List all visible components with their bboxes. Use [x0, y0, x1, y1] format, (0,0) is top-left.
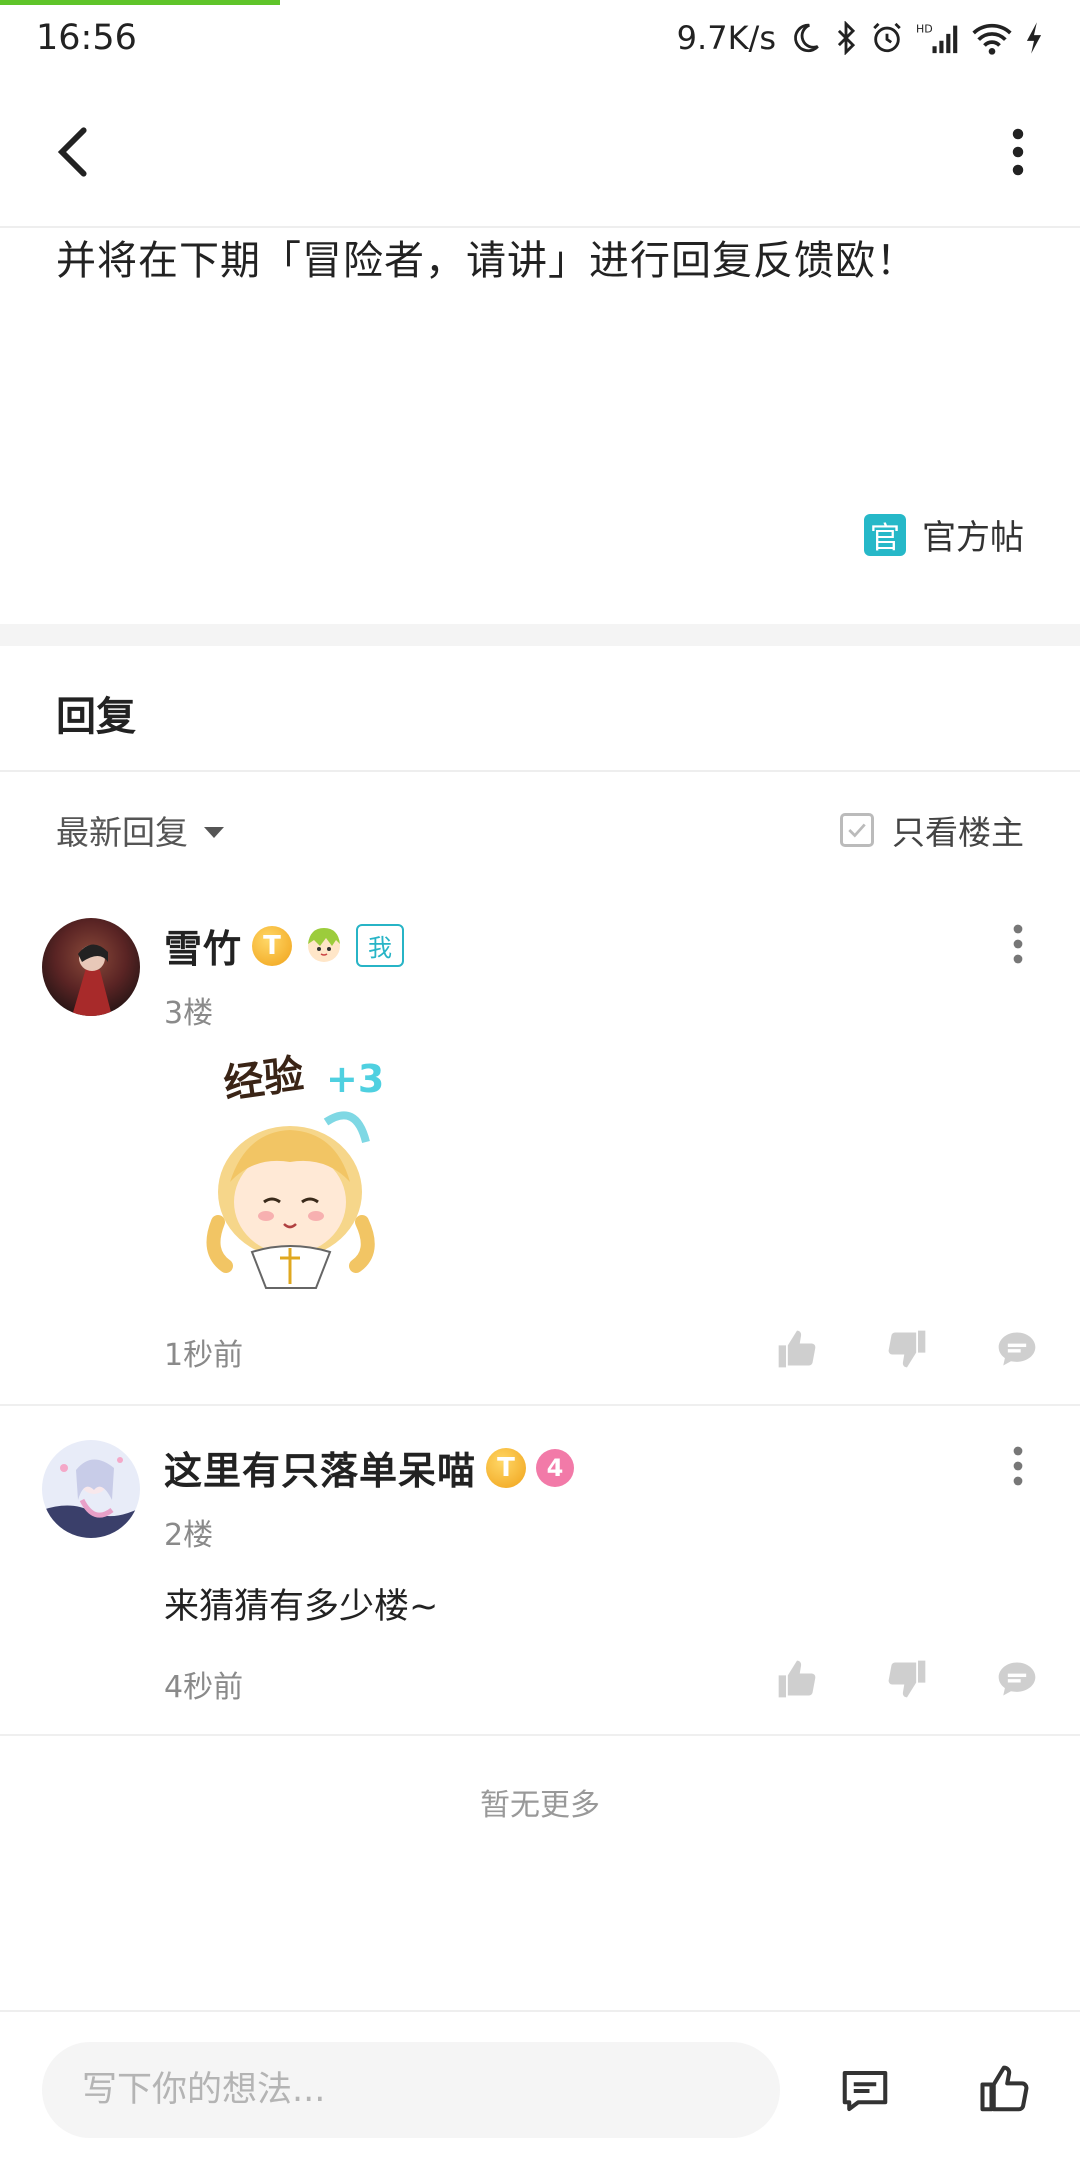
chevron-left-icon: [57, 127, 87, 177]
level-badge-icon: 4: [536, 1448, 575, 1487]
signal-icon: HD: [916, 21, 960, 55]
status-time: 16:56: [36, 18, 137, 58]
floor-number: 2楼: [164, 1518, 214, 1553]
post-body-text: 并将在下期「冒险者，请讲」进行回复反馈欧！: [56, 238, 917, 284]
divider: [0, 770, 1080, 772]
bluetooth-icon: [834, 21, 858, 55]
avatar[interactable]: [42, 918, 140, 1016]
official-post-tag: 官 官方帖: [864, 510, 1024, 559]
avatar[interactable]: [42, 1440, 140, 1538]
username[interactable]: 雪竹: [164, 918, 242, 973]
wifi-icon: [972, 21, 1012, 55]
replies-title: 回复: [56, 694, 136, 740]
only-owner-label: 只看楼主: [892, 813, 1024, 852]
only-owner-toggle[interactable]: 只看楼主: [840, 806, 1024, 854]
dislike-icon[interactable]: [884, 1656, 930, 1702]
section-separator: [0, 624, 1080, 646]
status-bar: 16:56 9.7K/s HD: [0, 0, 1080, 76]
back-button[interactable]: [40, 120, 104, 184]
official-badge-icon: 官: [864, 513, 906, 556]
sort-label: 最新回复: [56, 813, 188, 852]
username-row: 这里有只落单呆喵 T 4: [164, 1440, 575, 1495]
moon-icon: [788, 21, 822, 55]
dislike-icon[interactable]: [884, 1326, 930, 1372]
sort-dropdown[interactable]: 最新回复: [56, 806, 224, 854]
character-badge-icon: [302, 922, 346, 970]
comment-text: 来猜猜有多少楼~: [164, 1587, 439, 1627]
status-icons: 9.7K/s HD: [677, 19, 1044, 57]
floor-number: 3楼: [164, 996, 214, 1031]
sticker-image[interactable]: 经验 +3: [186, 1051, 406, 1292]
reply-icon[interactable]: [994, 1656, 1040, 1702]
checkbox-icon[interactable]: [840, 813, 874, 847]
comment-time: 1秒前: [164, 1338, 244, 1373]
like-post-icon[interactable]: [978, 2062, 1032, 2116]
username-row: 雪竹 T 我: [164, 918, 405, 973]
caret-down-icon: [204, 826, 224, 838]
charging-icon: [1024, 21, 1044, 55]
kebab-menu-icon: [1012, 128, 1024, 176]
comments-icon[interactable]: [838, 2064, 892, 2118]
comment-time: 4秒前: [164, 1670, 244, 1705]
reply-icon[interactable]: [994, 1326, 1040, 1372]
bottom-bar: [0, 2010, 1080, 2160]
comment-actions: [774, 1326, 1040, 1372]
me-badge: 我: [356, 924, 405, 967]
net-speed: 9.7K/s: [676, 19, 776, 57]
comment-actions: [774, 1656, 1040, 1702]
sticker-text: 经验: [221, 1052, 307, 1108]
sticker-plus: +3: [326, 1057, 384, 1101]
coin-badge-icon: T: [252, 925, 293, 966]
comment-more-button[interactable]: [998, 1436, 1038, 1496]
kebab-menu-icon: [1013, 924, 1023, 964]
divider: [0, 1734, 1080, 1736]
like-icon[interactable]: [774, 1326, 820, 1372]
more-options-button[interactable]: [986, 120, 1050, 184]
comment-input-container[interactable]: [42, 2042, 780, 2138]
no-more-label: 暂无更多: [480, 1788, 600, 1823]
top-navigation-bar: [0, 76, 1080, 228]
divider: [0, 1404, 1080, 1406]
kebab-menu-icon: [1013, 1446, 1023, 1486]
username[interactable]: 这里有只落单呆喵: [164, 1440, 476, 1495]
like-icon[interactable]: [774, 1656, 820, 1702]
comment-input[interactable]: [82, 2070, 780, 2110]
alarm-icon: [870, 21, 904, 55]
coin-badge-icon: T: [486, 1447, 527, 1488]
official-label: 官方帖: [922, 518, 1024, 558]
comment-more-button[interactable]: [998, 914, 1038, 974]
hd-label: HD: [916, 23, 933, 36]
